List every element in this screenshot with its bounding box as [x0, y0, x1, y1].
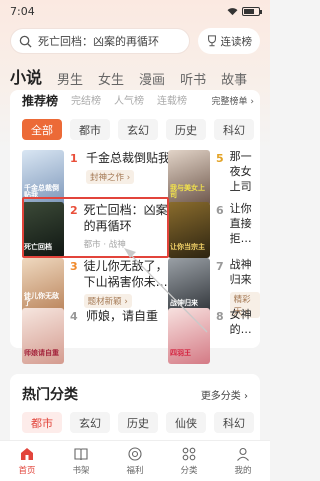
nav-categories[interactable]: 分类	[180, 446, 198, 476]
nav-bookshelf[interactable]: 书架	[72, 446, 90, 476]
hot-chip-fantasy[interactable]: 玄幻	[70, 412, 110, 433]
rank-button-label: 连读榜	[220, 35, 253, 48]
book-title: 师娘，请自重	[86, 309, 159, 323]
book-item[interactable]: 四羽王 8 女神的…	[168, 308, 260, 364]
full-ranking-link[interactable]: 完整榜单 ›	[212, 94, 254, 107]
nav-rewards[interactable]: 福利	[126, 446, 144, 476]
tab-female[interactable]: 女生	[98, 69, 124, 88]
book-tag: 题材新颖 ›	[83, 294, 132, 309]
book-tag: 封神之作 ›	[86, 170, 135, 185]
rank-number: 6	[216, 204, 224, 217]
rank-number: 8	[216, 310, 224, 323]
hot-chip-history[interactable]: 历史	[118, 412, 158, 433]
book-cover: 师娘请自重	[22, 308, 64, 364]
book-title: 千金总裁倒贴我	[86, 151, 171, 165]
book-cover: 我与美女上司	[168, 150, 210, 206]
rank-number: 5	[216, 152, 224, 165]
rank-tab-finished[interactable]: 完结榜	[71, 92, 101, 109]
book-title: 那一夜女上司	[229, 150, 252, 193]
rank-tab-recommend[interactable]: 推荐榜	[22, 92, 58, 109]
genre-chip-history[interactable]: 历史	[166, 119, 206, 140]
hot-genre-row: 都市 玄幻 历史 仙侠 科幻	[22, 412, 260, 433]
rank-tab-serial[interactable]: 连载榜	[157, 92, 187, 109]
book-cover: 四羽王	[168, 308, 210, 364]
book-item[interactable]: 徒儿你无敌了 3 徒儿你无敌了，下山祸害你未… 题材新颖 ›	[22, 258, 172, 314]
tab-novel[interactable]: 小说	[10, 64, 42, 88]
book-title: 徒儿你无敌了，下山祸害你未…	[83, 259, 168, 290]
genre-chip-all[interactable]: 全部	[22, 119, 62, 140]
trophy-icon	[207, 35, 216, 47]
genre-chip-scifi[interactable]: 科幻	[214, 119, 254, 140]
book-title: 让你直接拒…	[229, 202, 252, 245]
search-bar[interactable]: 死亡回档：凶案的再循环	[10, 28, 190, 54]
status-bar: 7:04	[0, 0, 270, 22]
nav-profile[interactable]: 我的	[234, 446, 252, 476]
tab-male[interactable]: 男生	[57, 69, 83, 88]
book-item[interactable]: 我与美女上司 5 那一夜女上司	[168, 150, 260, 206]
nav-rewards-label: 福利	[126, 466, 144, 476]
coin-icon	[128, 447, 142, 461]
user-icon	[237, 447, 249, 461]
book-icon	[74, 448, 88, 461]
search-icon	[19, 35, 32, 48]
tab-story[interactable]: 故事	[221, 69, 247, 88]
rank-tab-popular[interactable]: 人气榜	[114, 92, 144, 109]
book-item[interactable]: 师娘请自重 4 师娘，请自重	[22, 308, 172, 364]
bottom-navigation: 首页 书架 福利 分类 我的	[0, 440, 270, 481]
hot-chip-xianxia[interactable]: 仙侠	[166, 412, 206, 433]
wifi-icon	[227, 7, 238, 15]
book-cover: 战神归来	[168, 258, 210, 314]
more-categories-link[interactable]: 更多分类 ›	[201, 387, 248, 402]
book-item[interactable]: 让你当宗主 6 让你直接拒…	[168, 202, 260, 258]
hot-chip-urban[interactable]: 都市	[22, 412, 62, 433]
nav-home[interactable]: 首页	[18, 446, 36, 476]
nav-bookshelf-label: 书架	[72, 466, 90, 476]
category-tabs: 小说 男生 女生 漫画 听书 故事	[10, 64, 247, 88]
book-cover: 让你当宗主	[168, 202, 210, 258]
search-placeholder: 死亡回档：凶案的再循环	[38, 35, 159, 48]
tab-comic[interactable]: 漫画	[139, 69, 165, 88]
selection-highlight	[22, 197, 169, 258]
home-icon	[20, 448, 33, 460]
grid-icon	[182, 447, 196, 461]
tab-audiobook[interactable]: 听书	[180, 69, 206, 88]
nav-home-label: 首页	[18, 466, 36, 476]
genre-filter: 全部 都市 玄幻 历史 科幻	[22, 119, 260, 140]
genre-chip-urban[interactable]: 都市	[70, 119, 110, 140]
book-title: 女神的…	[229, 308, 252, 336]
ranking-card: 推荐榜 完结榜 人气榜 连载榜 完整榜单 › 全部 都市 玄幻 历史 科幻 千金…	[10, 90, 260, 364]
nav-categories-label: 分类	[180, 466, 198, 476]
hot-chip-scifi[interactable]: 科幻	[214, 412, 254, 433]
rank-button[interactable]: 连读榜	[197, 28, 260, 54]
battery-icon	[242, 6, 262, 16]
rank-tabs: 推荐榜 完结榜 人气榜 连载榜	[22, 92, 187, 109]
book-title: 战神归来	[229, 258, 252, 286]
book-cover: 徒儿你无敌了	[22, 258, 64, 314]
status-time: 7:04	[10, 4, 35, 18]
genre-chip-fantasy[interactable]: 玄幻	[118, 119, 158, 140]
rank-number: 3	[70, 260, 78, 273]
hot-categories-title: 热门分类	[22, 387, 78, 403]
nav-profile-label: 我的	[234, 466, 252, 476]
rank-number: 4	[70, 310, 78, 323]
